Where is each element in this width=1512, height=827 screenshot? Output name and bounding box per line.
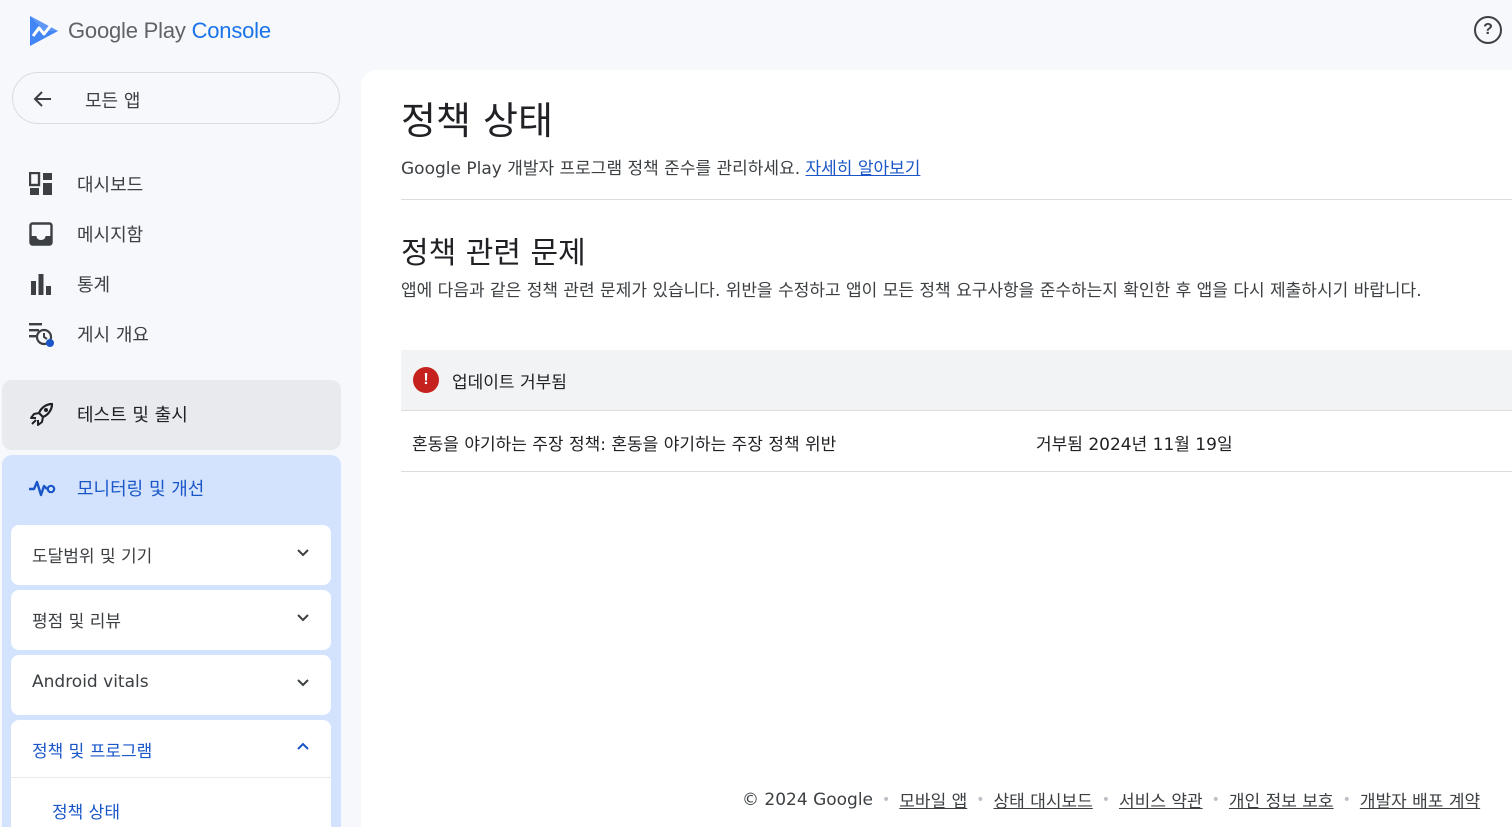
rocket-icon	[30, 402, 54, 426]
help-icon[interactable]: ?	[1474, 16, 1502, 44]
sidebar-item-inbox[interactable]: 메시지함	[0, 210, 340, 258]
page-subtitle: Google Play 개발자 프로그램 정책 준수를 관리하세요. 자세히 알…	[401, 154, 920, 179]
sidebar-item-statistics[interactable]: 통계	[0, 260, 340, 308]
page-subtitle-text: Google Play 개발자 프로그램 정책 준수를 관리하세요.	[401, 159, 801, 179]
sidebar-item-label: 대시보드	[77, 175, 144, 196]
subsection-label: 도달범위 및 기기	[32, 547, 153, 567]
footer-link-status-dashboard[interactable]: 상태 대시보드	[994, 787, 1093, 812]
subsection-label[interactable]: 정책 및 프로그램	[32, 737, 152, 762]
sidebar-section-monitoring: 모니터링 및 개선 도달범위 및 기기 평점 및 리뷰 Android vita…	[2, 455, 341, 827]
separator-dot: •	[1101, 791, 1111, 808]
separator-dot: •	[976, 791, 985, 808]
sidebar-item-label: 메시지함	[77, 225, 144, 246]
sidebar-subsection-reach-and-devices[interactable]: 도달범위 및 기기	[11, 525, 331, 585]
logo-text: Google Play Console	[68, 18, 271, 44]
issue-group-header[interactable]: ! 업데이트 거부됨	[401, 350, 1512, 411]
separator-dot: •	[1342, 791, 1351, 808]
separator-dot: •	[1211, 791, 1220, 808]
sidebar-item-dashboard[interactable]: 대시보드	[0, 160, 340, 208]
learn-more-link[interactable]: 자세히 알아보기	[806, 159, 921, 179]
sidebar-subsection-ratings-and-reviews[interactable]: 평점 및 리뷰	[11, 590, 331, 650]
section-title: 정책 관련 문제	[401, 236, 586, 271]
sidebar-subsection-android-vitals[interactable]: Android vitals	[11, 655, 331, 715]
logo-console: Console	[191, 18, 272, 43]
subsection-label: 평점 및 리뷰	[32, 612, 122, 632]
play-console-logo-icon	[30, 16, 58, 46]
all-apps-back-button[interactable]: 모든 앱	[12, 72, 340, 124]
all-apps-label: 모든 앱	[85, 91, 141, 112]
footer-link-developer-distribution-agreement[interactable]: 개발자 배포 계약	[1360, 787, 1480, 812]
error-icon: !	[413, 367, 439, 393]
footer-link-privacy[interactable]: 개인 정보 보호	[1229, 787, 1334, 812]
publishing-overview-icon	[28, 321, 54, 347]
page-title: 정책 상태	[401, 99, 553, 143]
sidebar-item-label: 모니터링 및 개선	[77, 479, 205, 500]
chevron-up-icon[interactable]	[297, 742, 309, 750]
separator-dot: •	[882, 791, 891, 808]
back-arrow-icon	[33, 91, 51, 107]
sidebar-item-label: 통계	[77, 275, 111, 296]
vitals-pulse-icon	[29, 480, 56, 497]
issue-status: 거부됨 2024년 11월 19일	[1036, 435, 1233, 455]
table-row[interactable]: 혼동을 야기하는 주장 정책: 혼동을 야기하는 주장 정책 위반 거부됨 20…	[401, 411, 1512, 472]
chevron-down-icon	[297, 679, 309, 687]
sidebar-item-label: 테스트 및 출시	[77, 405, 188, 426]
bar-chart-icon	[28, 271, 54, 297]
chevron-down-icon	[297, 614, 309, 622]
dashboard-icon	[28, 171, 54, 197]
issue-group-label: 업데이트 거부됨	[452, 373, 567, 393]
footer-link-mobile-app[interactable]: 모바일 앱	[899, 787, 967, 812]
chevron-down-icon	[297, 549, 309, 557]
google-play-console-logo[interactable]: Google Play Console	[28, 14, 271, 48]
sidebar-link-policy-status[interactable]: 정책 상태	[52, 798, 120, 823]
copyright: © 2024 Google	[742, 789, 874, 810]
sidebar-item-publishing-overview[interactable]: 게시 개요	[0, 310, 340, 358]
sidebar-item-monitoring-and-improve[interactable]: 모니터링 및 개선	[2, 455, 341, 521]
section-description: 앱에 다음과 같은 정책 관련 문제가 있습니다. 위반을 수정하고 앱이 모든…	[401, 281, 1422, 301]
footer: © 2024 Google • 모바일 앱 • 상태 대시보드 • 서비스 약관…	[742, 787, 1480, 813]
logo-google-play: Google Play	[68, 18, 186, 43]
divider	[11, 777, 331, 778]
sidebar-item-test-and-release[interactable]: 테스트 및 출시	[2, 380, 341, 450]
footer-link-terms-of-service[interactable]: 서비스 약관	[1119, 787, 1203, 812]
main-content: 정책 상태 Google Play 개발자 프로그램 정책 준수를 관리하세요.…	[361, 70, 1512, 827]
top-bar: Google Play Console ?	[0, 0, 1512, 64]
sidebar-subsection-policy-and-programs: 정책 및 프로그램 정책 상태	[11, 720, 331, 827]
subsection-label: Android vitals	[32, 672, 149, 692]
inbox-icon	[28, 221, 54, 247]
divider	[401, 199, 1512, 200]
sidebar-item-label: 게시 개요	[77, 325, 149, 346]
issue-name: 혼동을 야기하는 주장 정책: 혼동을 야기하는 주장 정책 위반	[412, 435, 837, 455]
